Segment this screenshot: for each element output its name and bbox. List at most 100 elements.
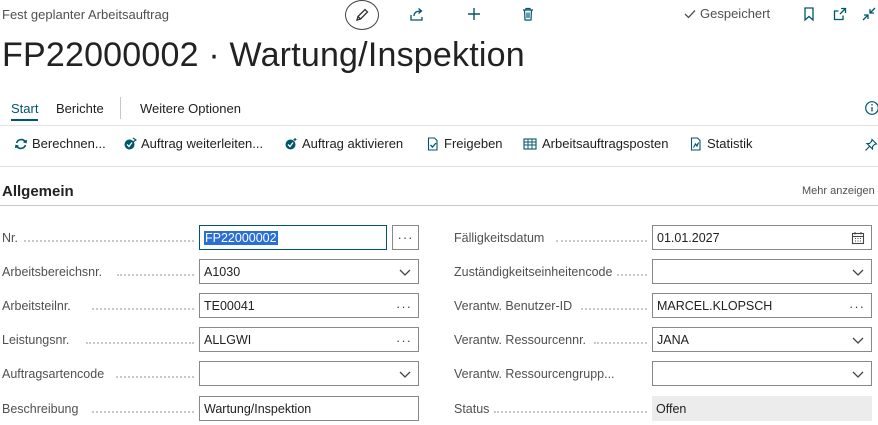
status-field: Offen [652,396,872,421]
statistics-icon [690,136,701,151]
nr-input-value: FP22000002 [204,230,278,245]
chevron-down-icon [399,371,411,378]
section-divider [0,205,878,206]
page-type-caption: Fest geplanter Arbeitsauftrag [2,7,169,22]
tab-separator [120,97,121,119]
field-leader [92,403,194,413]
field-label-status: Status [454,402,490,416]
status-value: Offen [656,401,687,416]
info-icon[interactable] [864,100,878,116]
arbeitsbereichsnr-select[interactable]: A1030 [199,259,419,284]
action-berechnen[interactable]: Berechnen... [14,136,106,151]
refresh-icon [15,138,27,149]
new-button[interactable] [461,3,487,25]
nr-assist-button[interactable]: ··· [392,225,419,250]
ellipsis-icon[interactable]: ··· [396,300,412,313]
verantw-benutzer-id-input[interactable]: MARCEL.KLOPSCH ··· [652,293,872,318]
arbeitsteilnr-value: TE00041 [204,298,255,313]
tab-weitere-optionen[interactable]: Weitere Optionen [140,101,241,116]
ellipsis-icon: ··· [397,230,414,245]
save-status: Gespeichert [683,6,770,21]
pencil-icon [356,8,369,21]
beschreibung-input[interactable]: Wartung/Inspektion [199,396,419,421]
auftragsartencode-select[interactable] [199,361,419,386]
collapse-button[interactable] [856,3,878,25]
faelligkeitsdatum-input[interactable]: 01.01.2027 [652,225,872,250]
field-label-leistungsnr: Leistungsnr. [2,333,70,347]
ellipsis-icon[interactable]: ··· [396,334,412,347]
arbeitsteilnr-input[interactable]: TE00041 ··· [199,293,419,318]
share-button[interactable] [404,3,430,25]
collapse-icon [862,7,876,21]
beschreibung-value: Wartung/Inspektion [204,401,312,416]
field-label-zustaendigkeitseinheitencode: Zuständigkeitseinheitencode [454,265,613,279]
action-arbeitsauftragsposten[interactable]: Arbeitsauftragsposten [523,136,668,151]
verantw-benutzer-id-value: MARCEL.KLOPSCH [657,298,773,313]
arbeitsbereichsnr-value: A1030 [204,264,241,279]
open-new-window-icon [833,7,847,21]
field-leader [494,403,647,413]
action-label: Freigeben [444,136,503,151]
forward-icon [124,137,137,149]
action-label: Arbeitsauftragsposten [542,136,669,151]
field-label-faelligkeitsdatum: Fälligkeitsdatum [454,231,545,245]
field-leader [117,266,194,276]
chevron-down-icon [852,371,864,378]
edit-button[interactable] [345,0,379,30]
action-tabs: Start Berichte Weitere Optionen [0,97,878,123]
verantw-ressourcengruppe-select[interactable] [652,361,872,386]
bookmark-icon [804,7,814,22]
field-leader [92,300,194,310]
field-label-arbeitsbereichsnr: Arbeitsbereichsnr. [2,265,103,279]
field-label-verantw-ressourcengruppe: Verantw. Ressourcengrupp... [454,367,615,381]
divider [0,125,878,126]
field-label-arbeitsteilnr: Arbeitsteilnr. [2,299,71,313]
field-label-beschreibung: Beschreibung [2,402,79,416]
chevron-down-icon [852,337,864,344]
page-title: FP22000002 · Wartung/Inspektion [2,36,525,74]
field-label-verantw-ressourcennr: Verantw. Ressourcennr. [454,333,587,347]
tab-start[interactable]: Start [11,101,39,121]
field-label-verantw-benutzer-id: Verantw. Benutzer-ID [454,299,573,313]
show-more-link[interactable]: Mehr anzeigen [802,185,875,197]
trash-icon [523,7,533,21]
field-leader [116,368,194,378]
field-leader [581,300,647,310]
leistungsnr-value: ALLGWI [204,332,252,347]
field-leader [86,334,194,344]
action-auftrag-aktivieren[interactable]: Auftrag aktivieren [284,136,403,151]
leistungsnr-input[interactable]: ALLGWI ··· [199,327,419,352]
action-label: Statistik [707,136,753,151]
tab-berichte[interactable]: Berichte [56,101,104,116]
share-icon [410,8,423,21]
action-label: Auftrag aktivieren [302,136,404,151]
faelligkeitsdatum-value: 01.01.2027 [657,230,720,245]
action-auftrag-weiterleiten[interactable]: Auftrag weiterleiten... [123,136,263,151]
zustaendigkeitseinheitencode-select[interactable] [652,259,872,284]
ellipsis-icon[interactable]: ··· [849,300,865,313]
save-status-label: Gespeichert [700,6,771,21]
calendar-icon[interactable] [851,231,865,245]
delete-button[interactable] [515,3,541,25]
divider [0,166,878,167]
action-statistik[interactable]: Statistik [689,136,753,151]
chevron-down-icon [852,269,864,276]
bookmark-button[interactable] [796,3,822,25]
pin-icon[interactable] [864,138,878,152]
verantw-ressourcennr-select[interactable]: JANA [652,327,872,352]
action-bar: Berechnen... Auftrag weiterleiten... Auf… [0,136,878,158]
open-new-window-button[interactable] [827,3,853,25]
verantw-ressourcennr-value: JANA [657,332,689,347]
action-label: Auftrag weiterleiten... [141,136,264,151]
nr-input[interactable]: FP22000002 [199,225,387,250]
checkmark-icon [684,9,696,18]
field-leader [594,334,647,344]
lines-icon [523,137,537,150]
action-freigeben[interactable]: Freigeben [426,136,503,151]
field-label-nr: Nr. [2,231,18,245]
chevron-down-icon [399,269,411,276]
section-title: Allgemein [2,183,74,200]
field-leader [617,266,647,276]
plus-icon [468,8,480,20]
action-label: Berechnen... [32,136,106,151]
